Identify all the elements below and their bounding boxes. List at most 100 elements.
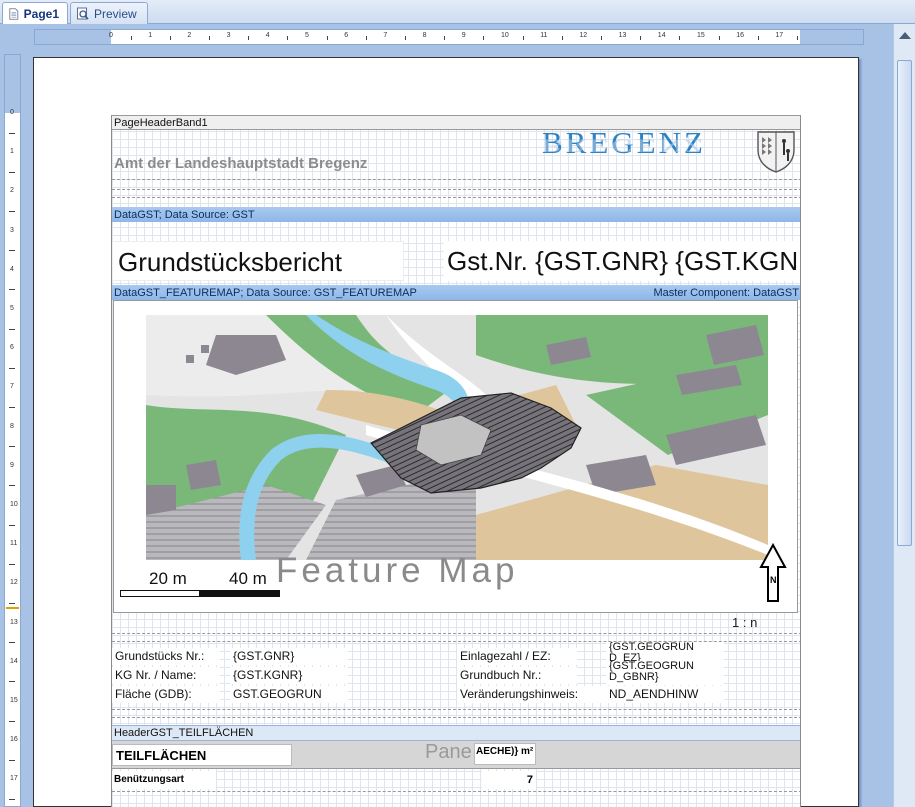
ruler-label: 2 — [10, 187, 14, 195]
veraenderung-value[interactable]: ND_AENDHINW — [606, 686, 724, 703]
scale-ratio[interactable]: 1 : n — [732, 615, 757, 630]
ruler-tick — [9, 328, 15, 330]
grundstuecks-nr-label[interactable]: Grundstücks Nr.: — [112, 648, 220, 665]
kg-label[interactable]: KG Nr. / Name: — [112, 667, 220, 684]
count-value[interactable]: 7 — [482, 771, 536, 789]
kg-value[interactable]: {GST.KGNR} — [230, 667, 348, 684]
header-teilflaechen-label: HeaderGST_TEILFLÄCHEN — [114, 727, 254, 739]
flaeche-value[interactable]: GST.GEOGRUN — [230, 686, 348, 703]
ruler-label: 16 — [736, 32, 744, 39]
ruler-tick — [9, 446, 15, 448]
panel-text: Pane — [425, 741, 472, 763]
ruler-label: 6 — [10, 344, 14, 352]
vertical-scrollbar[interactable] — [893, 24, 915, 807]
tab-preview[interactable]: Preview — [70, 2, 148, 24]
ruler-label: 5 — [10, 305, 14, 312]
scale-label-20: 20 m — [149, 569, 187, 588]
report-title[interactable]: Grundstücksbericht — [112, 241, 404, 281]
report-design-area[interactable]: PageHeaderBand1 Amt der Landeshauptstadt… — [111, 115, 801, 807]
ruler-label: 15 — [697, 32, 705, 39]
ruler-label: 13 — [618, 32, 627, 39]
data-gst-band[interactable]: DataGST; Data Source: GST — [112, 207, 800, 222]
ruler-tick — [483, 36, 485, 40]
ruler-tick — [797, 36, 798, 40]
ruler-tick — [9, 603, 15, 604]
ruler-margin-top — [5, 55, 20, 113]
teilflaechen-label[interactable]: TEILFLÄCHEN — [112, 744, 292, 766]
tab-page1-label: Page1 — [23, 7, 59, 21]
ruler-label: 8 — [422, 32, 427, 39]
master-component-label: Master Component: DataGST — [653, 286, 799, 299]
benuetzungsart-label[interactable]: Benützungsart — [112, 771, 216, 789]
ruler-label: 17 — [10, 775, 18, 783]
ruler-tick — [9, 799, 15, 800]
scroll-up-arrow-icon[interactable] — [899, 32, 911, 39]
grundstuecks-nr-value[interactable]: {GST.GNR} — [230, 648, 348, 665]
ruler-tick — [9, 524, 15, 526]
feature-map-image[interactable] — [146, 315, 768, 560]
ruler-tick — [601, 36, 602, 40]
flaeche-label[interactable]: Fläche (GDB): — [112, 686, 220, 703]
ruler-tick — [9, 485, 15, 487]
ruler-margin-left — [35, 30, 111, 44]
ruler-label: 9 — [10, 461, 14, 469]
ruler-tick — [248, 36, 250, 40]
ruler-tick — [9, 171, 15, 173]
ruler-label: 2 — [187, 32, 192, 39]
ruler-label: 12 — [10, 579, 18, 587]
vertical-ruler: 0 1 2 3 4 5 6 7 8 9 10 11 12 13 14 15 16 17 — [4, 54, 21, 807]
ruler-tick — [9, 681, 15, 683]
ruler-tick — [9, 211, 15, 212]
ruler-tick — [9, 642, 15, 644]
ruler-tick — [522, 36, 524, 40]
data-gst-band-label: DataGST; Data Source: GST — [114, 208, 255, 221]
ruler-label: 4 — [265, 32, 270, 39]
ruler-position-marker — [6, 607, 19, 609]
ruler-tick — [9, 407, 15, 408]
ruler-tick — [169, 36, 171, 40]
einlage-label[interactable]: Einlagezahl / EZ: — [457, 648, 577, 665]
ruler-label: 6 — [344, 32, 349, 39]
grundbuch-value[interactable]: {GST.GEOGRUN D_GBNR} — [606, 661, 724, 685]
ruler-tick — [365, 36, 367, 40]
separator — [112, 791, 800, 792]
scale-bar-fill — [199, 591, 279, 596]
scale-bar[interactable] — [120, 590, 280, 597]
gst-nr-field[interactable]: Gst.Nr. {GST.GNR} {GST.KGNR} — [444, 241, 800, 281]
grundbuch-value-line2: D_GBNR} — [609, 671, 659, 683]
ruler-label: 14 — [10, 657, 18, 665]
ruler-label: 10 — [501, 32, 509, 39]
ruler-label: 0 — [109, 32, 113, 39]
ruler-tick — [640, 36, 642, 40]
feature-map-title[interactable]: Feature Map — [276, 551, 518, 591]
scrollbar-thumb[interactable] — [897, 60, 912, 546]
header-teilflaechen-band[interactable]: HeaderGST_TEILFLÄCHEN — [112, 725, 800, 741]
separator — [112, 189, 800, 190]
ruler-tick — [757, 36, 759, 40]
separator — [112, 197, 800, 198]
ruler-label: 15 — [10, 697, 18, 704]
ruler-label: 9 — [461, 32, 466, 39]
ruler-label: 8 — [10, 422, 14, 430]
ruler-label: 7 — [10, 383, 14, 391]
ruler-tick — [9, 289, 15, 291]
feature-map-container[interactable]: Feature Map 20 m 40 m N — [113, 300, 798, 613]
ruler-label: 0 — [10, 109, 14, 116]
horizontal-ruler: 0 1 2 3 4 5 6 7 8 9 10 11 12 13 14 15 16 17 — [34, 29, 864, 45]
ruler-label: 16 — [10, 736, 18, 744]
veraenderung-label[interactable]: Veränderungshinweis: — [457, 686, 607, 703]
ruler-label: 1 — [10, 148, 14, 156]
ruler-label: 1 — [148, 32, 153, 39]
tab-page1[interactable]: Page1 — [2, 2, 68, 25]
grundbuch-label[interactable]: Grundbuch Nr.: — [457, 667, 577, 684]
amt-text[interactable]: Amt der Landeshauptstadt Bregenz — [114, 155, 367, 172]
coat-of-arms-icon[interactable] — [754, 129, 798, 173]
ruler-label: 7 — [383, 32, 388, 39]
ruler-tick — [444, 36, 446, 40]
ruler-label: 11 — [540, 32, 548, 39]
flaeche-sum-field[interactable]: AECHE)} m² — [474, 743, 536, 765]
data-gst-featuremap-band[interactable]: DataGST_FEATUREMAP; Data Source: GST_FEA… — [112, 285, 800, 300]
ruler-margin-right — [800, 30, 863, 44]
ruler-label: 10 — [10, 501, 18, 508]
north-arrow-icon[interactable]: N — [759, 543, 787, 603]
